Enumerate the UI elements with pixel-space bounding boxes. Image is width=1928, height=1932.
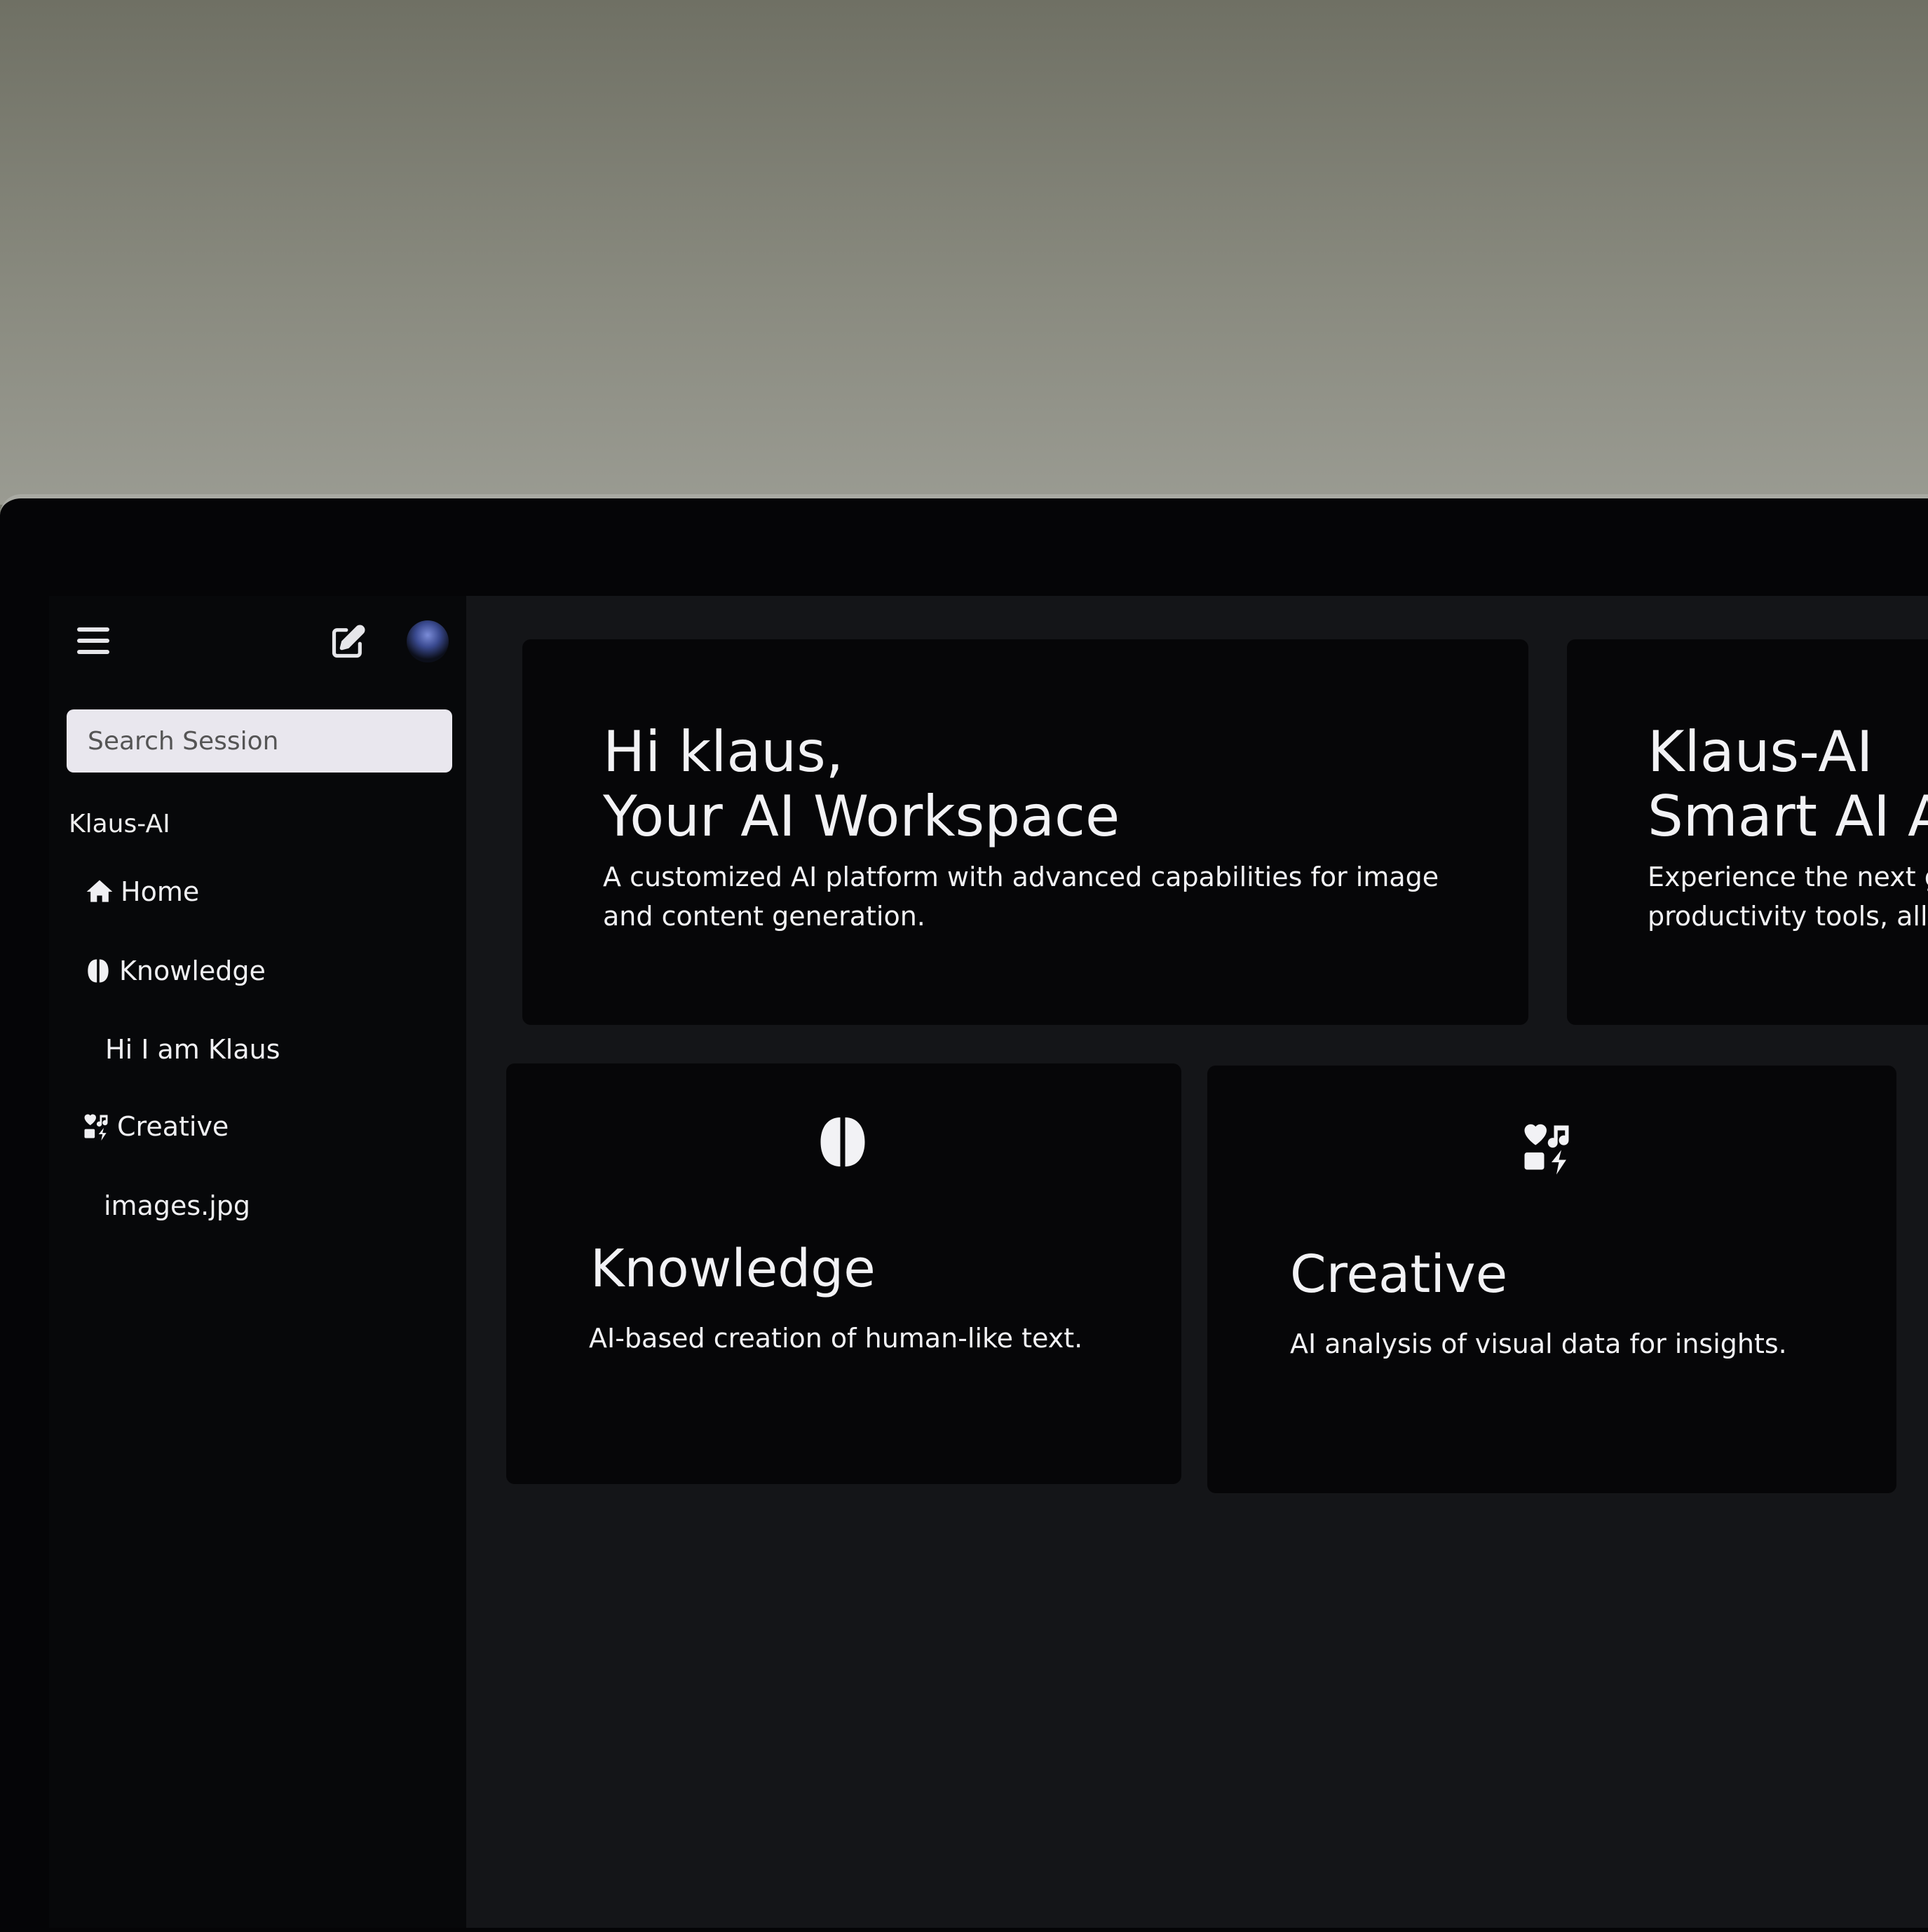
welcome-title-line2: Your AI Workspace <box>603 784 1120 849</box>
background-wall <box>0 0 1928 505</box>
sidebar-session-hi-i-am-klaus[interactable]: Hi I am Klaus <box>105 1034 280 1065</box>
file-label: images.jpg <box>104 1190 251 1221</box>
feature-card-creative[interactable]: Creative AI analysis of visual data for … <box>1207 1066 1896 1493</box>
sidebar-item-knowledge[interactable]: Knowledge <box>83 955 266 986</box>
sidebar-file-images-jpg[interactable]: images.jpg <box>104 1190 250 1221</box>
sidebar-item-label: Creative <box>117 1111 229 1142</box>
sidebar-item-label: Home <box>121 876 200 907</box>
brain-icon <box>820 1117 865 1166</box>
user-avatar[interactable] <box>407 620 449 662</box>
sidebar-item-home[interactable]: Home <box>84 876 199 907</box>
about-title-line2: Smart AI A <box>1648 784 1928 849</box>
welcome-card: Hi klaus, Your AI Workspace A customized… <box>522 639 1528 1025</box>
about-subtitle-line2: productivity tools, all <box>1648 901 1928 932</box>
sidebar: Klaus-AI Home Knowledge Hi I am Klaus Cr… <box>49 596 466 1928</box>
sidebar-item-creative[interactable]: Creative <box>81 1111 229 1142</box>
feature-title: Creative <box>1290 1244 1508 1305</box>
creative-icon <box>84 1114 108 1141</box>
feature-title: Knowledge <box>590 1239 876 1299</box>
welcome-subtitle-line1: A customized AI platform with advanced c… <box>603 862 1439 892</box>
feature-description: AI analysis of visual data for insights. <box>1290 1328 1787 1359</box>
about-title-line1: Klaus-AI <box>1648 719 1873 784</box>
sidebar-item-label: Knowledge <box>119 955 266 986</box>
about-subtitle-line1: Experience the next g <box>1648 862 1928 892</box>
menu-icon[interactable] <box>77 627 109 655</box>
sidebar-section-title: Klaus-AI <box>69 810 170 838</box>
app-screen: Klaus-AI Home Knowledge Hi I am Klaus Cr… <box>49 596 1928 1928</box>
welcome-subtitle-line2: and content generation. <box>603 901 925 932</box>
feature-card-knowledge[interactable]: Knowledge AI-based creation of human-lik… <box>506 1063 1181 1484</box>
feature-description: AI-based creation of human-like text. <box>589 1323 1083 1354</box>
new-session-edit-icon[interactable] <box>330 624 366 660</box>
search-session-input[interactable] <box>67 709 452 773</box>
session-label: Hi I am Klaus <box>105 1034 280 1065</box>
about-card: Klaus-AI Smart AI A Experience the next … <box>1567 639 1928 1025</box>
creative-icon <box>1524 1124 1569 1175</box>
welcome-title-line1: Hi klaus, <box>603 719 844 784</box>
brain-icon <box>88 959 109 983</box>
home-icon <box>86 880 113 902</box>
